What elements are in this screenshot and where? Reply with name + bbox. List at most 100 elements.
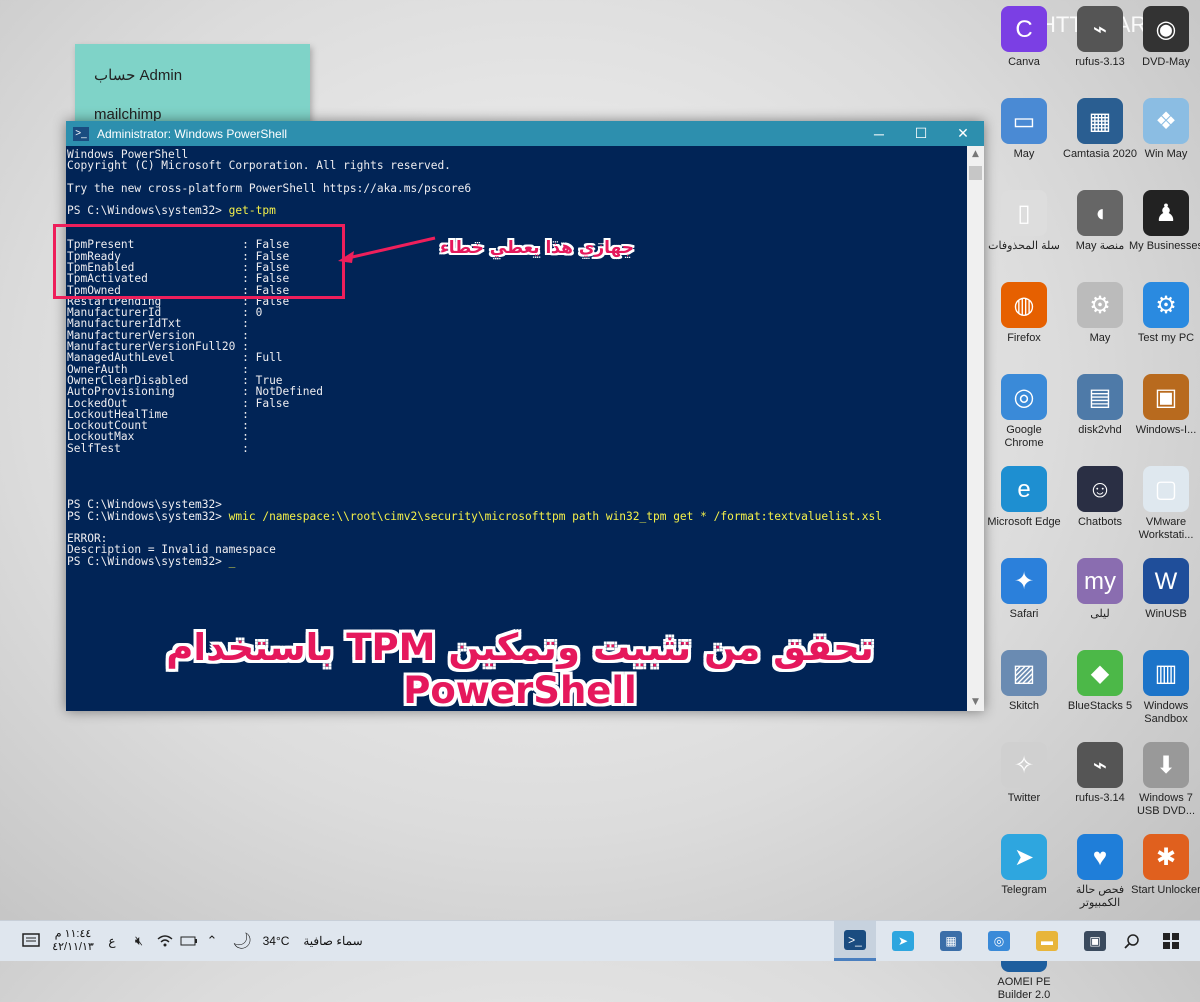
bluestacks-icon: ◆ — [1077, 650, 1123, 696]
powershell-icon: >_ — [844, 929, 866, 950]
taskbar-app-file-explorer[interactable]: ▬ — [1026, 921, 1068, 961]
firefox-icon: ◍ — [1001, 282, 1047, 328]
taskbar-app-powershell[interactable]: >_ — [834, 921, 876, 961]
desktop-icon-item[interactable]: ♥ فحص حالة الكمبيوتر — [1062, 834, 1138, 910]
desktop-icon-label: May منصة — [1075, 240, 1125, 252]
annotation-text: جهازي هذا يعطي خطاء — [440, 238, 635, 258]
desktop-icon-item[interactable]: ⌁ rufus-3.13 — [1062, 6, 1138, 69]
desktop-icon-item[interactable]: ✦ Safari — [986, 558, 1062, 621]
desktop-icon-label: Microsoft Edge — [987, 516, 1061, 528]
weather-moon-icon[interactable]: 🌙︎ — [232, 921, 252, 961]
desktop-icon-item[interactable]: ⚙ Test my PC — [1128, 282, 1200, 345]
desktop-icon-item[interactable]: ▤ disk2vhd — [1062, 374, 1138, 437]
desktop-icon-item[interactable]: C Canva — [986, 6, 1062, 69]
clock-time: ١١:٤٤ م — [54, 928, 92, 940]
start-button[interactable] — [1158, 921, 1184, 961]
desktop-icon-item[interactable]: ➤ Telegram — [986, 834, 1062, 897]
robot-icon: ☺ — [1077, 466, 1123, 512]
desktop-icon-item[interactable]: ▣ Windows-I... — [1128, 374, 1200, 437]
dvd-icon: ◉ — [1143, 6, 1189, 52]
desktop-icon-item[interactable]: ⌁ rufus-3.14 — [1062, 742, 1138, 805]
desktop-icon-item[interactable]: ▦ Camtasia 2020 — [1062, 98, 1138, 161]
desktop-icon-item[interactable]: ▭ May — [986, 98, 1062, 161]
desktop-icon-item[interactable]: ◍ Firefox — [986, 282, 1062, 345]
desktop-icon-item[interactable]: ✧ Twitter — [986, 742, 1062, 805]
desktop-icon-label: فحص حالة الكمبيوتر — [1075, 884, 1125, 909]
powershell-icon: >_ — [73, 126, 89, 141]
close-button[interactable]: ✕ — [942, 125, 984, 142]
desktop-icon-item[interactable]: ☺ Chatbots — [1062, 466, 1138, 529]
desktop-icon-label: VMware Workstati... — [1138, 516, 1194, 541]
desktop-icon-item[interactable]: ❖ Win May — [1128, 98, 1200, 161]
desktop-icon-label: Chatbots — [1077, 516, 1123, 528]
input-language-indicator[interactable]: ع — [104, 921, 120, 961]
window-titlebar[interactable]: >_ Administrator: Windows PowerShell ─ ☐… — [66, 121, 984, 146]
desktop-icon-label: سلة المحذوفات — [988, 240, 1060, 252]
wifi-icon[interactable] — [156, 921, 174, 961]
taskbar-app-network-tool[interactable]: ▦ — [930, 921, 972, 961]
desktop-icon-item[interactable]: ◎ Google Chrome — [986, 374, 1062, 450]
desktop-icon-label: Windows Sandbox — [1143, 700, 1189, 725]
desktop-icon-item[interactable]: e Microsoft Edge — [986, 466, 1062, 529]
notification-center-icon[interactable] — [20, 921, 42, 961]
windows-icon: ❖ — [1143, 98, 1189, 144]
taskbar-app-store[interactable]: ▣ — [1074, 921, 1116, 961]
taskbar-app-chrome[interactable]: ◎ — [978, 921, 1020, 961]
desktop-icon-label: rufus-3.13 — [1075, 56, 1125, 68]
taskbar-app-telegram[interactable]: ➤ — [882, 921, 924, 961]
folder-icon: ▬ — [1036, 931, 1058, 951]
desktop-icon-item[interactable]: ▨ Skitch — [986, 650, 1062, 713]
desktop-icon-label: Start Unlocker — [1131, 884, 1200, 896]
desktop-icon-item[interactable]: my ليلى — [1062, 558, 1138, 621]
network-tool-icon: ▦ — [940, 931, 962, 951]
scrollbar-thumb[interactable] — [969, 166, 982, 180]
desktop-icon-item[interactable]: ✱ Start Unlocker — [1128, 834, 1200, 897]
weather-condition[interactable]: سماء صافية — [298, 921, 368, 961]
health-check-icon: ♥ — [1077, 834, 1123, 880]
desktop-icon-label: May — [1089, 332, 1111, 344]
desktop-icon-label: Win May — [1144, 148, 1188, 160]
powershell-window[interactable]: >_ Administrator: Windows PowerShell ─ ☐… — [66, 121, 984, 711]
camtasia-icon: ▦ — [1077, 98, 1123, 144]
desktop-icon-label: rufus-3.14 — [1075, 792, 1125, 804]
canva-icon: C — [1001, 6, 1047, 52]
maximize-button[interactable]: ☐ — [900, 125, 942, 142]
volume-muted-icon[interactable]: 🔇︎ — [130, 921, 148, 961]
desktop-icon-label: Windows-I... — [1135, 424, 1197, 436]
desktop-icon-item[interactable]: ◖ May منصة — [1062, 190, 1138, 253]
clock-date: ٤٢/١١/١٣ — [52, 941, 94, 953]
console-line-text: Try the new cross-platform PowerShell ht… — [67, 181, 472, 195]
clock[interactable]: ١١:٤٤ م ٤٢/١١/١٣ — [48, 921, 98, 961]
usb-dvd-tool-icon: ⬇ — [1143, 742, 1189, 788]
console-line: Try the new cross-platform PowerShell ht… — [67, 183, 967, 194]
gears-window-icon: ⚙ — [1077, 282, 1123, 328]
desktop-icon-item[interactable]: ♟ My Businesses — [1128, 190, 1200, 253]
recycle-bin-icon: ▯ — [1001, 190, 1047, 236]
desktop-icon-item[interactable]: ▥ Windows Sandbox — [1128, 650, 1200, 726]
battery-icon[interactable] — [180, 921, 198, 961]
desktop-icon-item[interactable]: ◆ BlueStacks 5 — [1062, 650, 1138, 713]
desktop-icon-label: Skitch — [1009, 700, 1039, 712]
sticky-note[interactable]: حساب Admin mailchimp — [75, 44, 310, 124]
desktop-icon-item[interactable]: ⬇ Windows 7 USB DVD... — [1128, 742, 1200, 818]
search-icon[interactable] — [1120, 921, 1144, 961]
console-line-text: SelfTest : — [67, 441, 249, 455]
desktop-icon-item[interactable]: ⚙ May — [1062, 282, 1138, 345]
businessman-icon: ♟ — [1143, 190, 1189, 236]
highlight-box — [53, 224, 345, 299]
show-hidden-icons-icon[interactable]: ⌃ — [204, 921, 220, 961]
computer-icon: ▭ — [1001, 98, 1047, 144]
console-command: wmic /namespace:\\root\cimv2\security\mi… — [228, 509, 882, 523]
scroll-up-icon[interactable]: ▲ — [967, 146, 984, 163]
desktop-icon-item[interactable]: W WinUSB — [1128, 558, 1200, 621]
edge-icon: e — [1001, 466, 1047, 512]
console-line: SelfTest : — [67, 443, 967, 454]
console-line: Copyright (C) Microsoft Corporation. All… — [67, 160, 967, 171]
weather-temperature[interactable]: 34°C — [258, 921, 294, 961]
desktop-icon-item[interactable]: ◉ DVD-May — [1128, 6, 1200, 69]
minimize-button[interactable]: ─ — [858, 126, 900, 142]
desktop-icon-item[interactable]: ▯ سلة المحذوفات — [986, 190, 1062, 253]
mouse-icon: ◖ — [1077, 190, 1123, 236]
desktop-icon-item[interactable]: ▢ VMware Workstati... — [1128, 466, 1200, 542]
